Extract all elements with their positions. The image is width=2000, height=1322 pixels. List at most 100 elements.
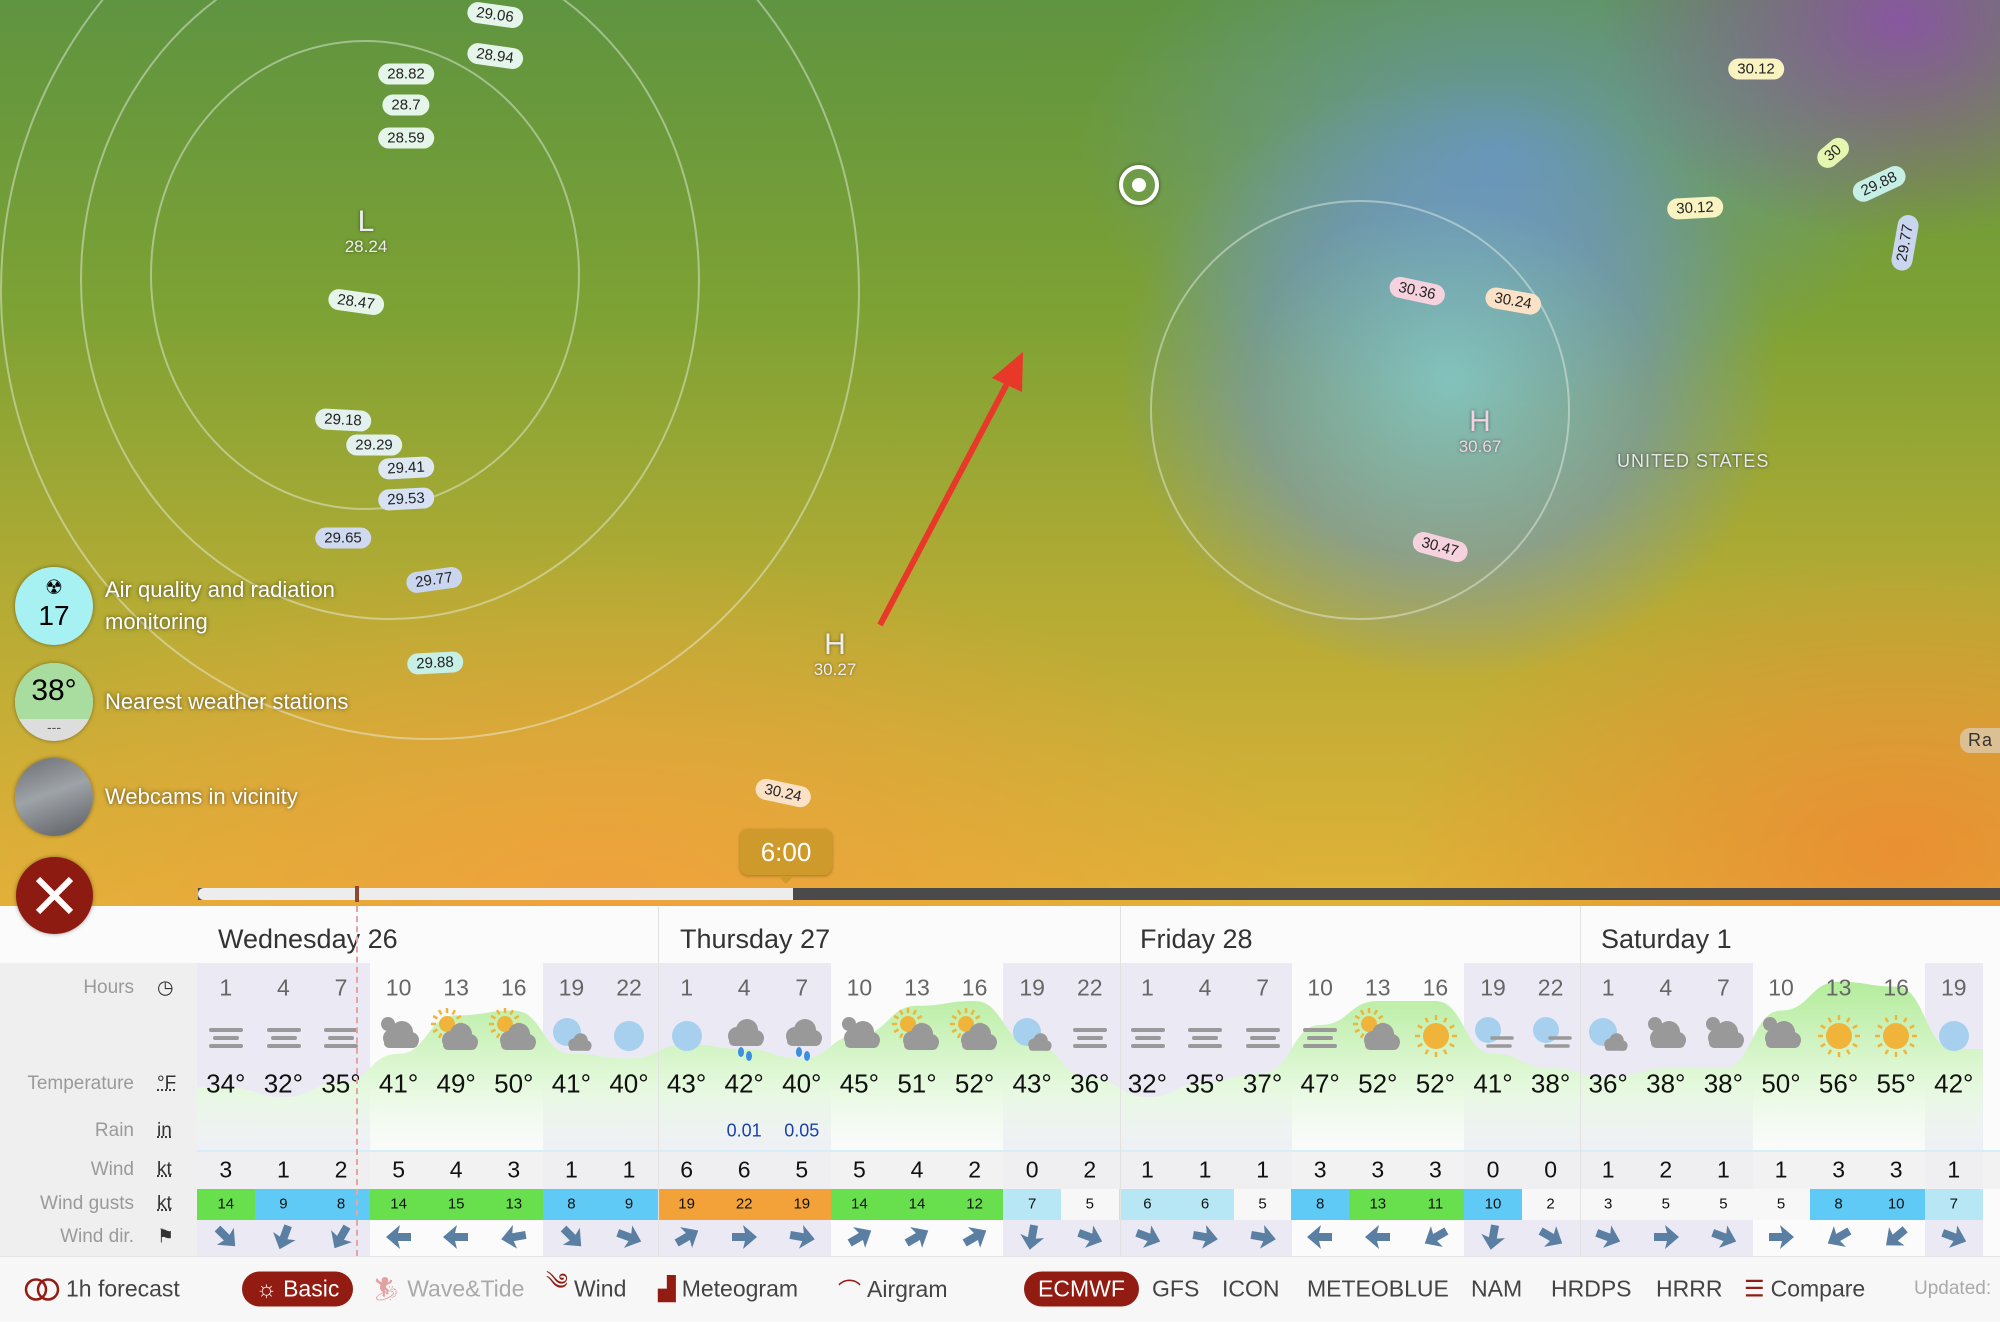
wind-direction-arrow-icon: [789, 1225, 815, 1249]
view-basic-button[interactable]: ☼ Basic: [242, 1271, 354, 1307]
temperature-label: Temperature: [27, 1073, 134, 1094]
cloudy-icon: [380, 1017, 419, 1048]
wind-direction-arrow-icon: [904, 1227, 929, 1248]
rain-icon: [786, 1019, 822, 1061]
timeline-now-marker: [355, 886, 359, 902]
wind-speed-cell: 3: [1428, 1156, 1442, 1183]
hour-cell: 7: [1716, 974, 1730, 1001]
rain-unit[interactable]: in: [157, 1120, 172, 1142]
surfer-icon: 🏄︎: [372, 1275, 402, 1302]
wind-speed-cell: 1: [1140, 1156, 1154, 1183]
view-wavetide-button[interactable]: 🏄︎ Wave&Tide: [372, 1276, 524, 1303]
timeline-time-bubble[interactable]: 6:00: [740, 829, 832, 884]
temperature-cell: 47°: [1300, 1068, 1340, 1099]
hour-cell: 13: [1825, 974, 1852, 1001]
fog-icon: [1073, 1028, 1107, 1048]
temperature-cell: 35°: [321, 1068, 361, 1099]
wind-speed-cell: 0: [1025, 1156, 1039, 1183]
hour-cell: 19: [1480, 974, 1506, 1001]
wind-gust-cell: 5: [1776, 1195, 1786, 1213]
wind-direction-arrow-icon: [443, 1225, 469, 1249]
timeline-slider[interactable]: [198, 886, 2000, 902]
hour-cell: 1: [1601, 974, 1615, 1001]
wind-speed-cell: 4: [449, 1156, 463, 1183]
view-wind-button[interactable]: ༄ Wind: [546, 1257, 626, 1322]
temperature-cell: 35°: [1185, 1068, 1225, 1099]
hour-cell: 10: [1307, 974, 1333, 1001]
wind-speed-cell: 3: [219, 1156, 233, 1183]
1h-forecast-toggle[interactable]: 1h forecast: [24, 1276, 180, 1303]
webcams-label: Webcams in vicinity: [105, 784, 298, 809]
hour-cell: 19: [1941, 974, 1967, 1001]
hour-cell: 1: [219, 974, 233, 1001]
wind-speed-cell: 3: [1313, 1156, 1327, 1183]
row-labels: Hours ◷ Temperature °F Rain in Wind kt W…: [0, 963, 197, 1256]
temperature-cell: 52°: [1358, 1068, 1398, 1099]
day-divider: [1120, 906, 1121, 1256]
model-hrrr-button[interactable]: HRRR: [1656, 1276, 1722, 1303]
moon-icon: [671, 1021, 702, 1051]
cloudy-icon: [1763, 1017, 1802, 1048]
bottom-toolbar: 1h forecast ☼ Basic 🏄︎ Wave&Tide ༄ Wind ▟ Me…: [0, 1256, 2000, 1321]
temp-unit[interactable]: °F: [157, 1073, 176, 1095]
webcam-thumbnail: [15, 758, 93, 836]
model-ecmwf-button[interactable]: ECMWF: [1024, 1271, 1139, 1307]
wind-speed-cell: 3: [1889, 1156, 1903, 1183]
wind-speed-cell: 5: [392, 1156, 405, 1183]
moon-fog-icon: [1475, 1017, 1514, 1048]
compare-button[interactable]: ☰ Compare: [1744, 1276, 1865, 1303]
hour-cell: 22: [1537, 974, 1564, 1001]
hour-cell: 1: [680, 974, 693, 1001]
view-meteogram-button[interactable]: ▟ Meteogram: [658, 1276, 798, 1303]
moon-cloud-icon: [552, 1018, 592, 1051]
wind-speed-cell: 6: [737, 1156, 751, 1183]
hour-cell: 1: [1140, 974, 1154, 1001]
temperature-cell: 42°: [724, 1068, 764, 1099]
weather-stations-item[interactable]: 38° --- Nearest weather stations: [15, 663, 395, 741]
wind-gust-cell: 9: [279, 1195, 288, 1213]
air-quality-badge: ☢ 17: [15, 567, 93, 645]
wind-speed-cell: 2: [334, 1156, 348, 1183]
temperature-cell: 50°: [1761, 1068, 1801, 1099]
radiation-icon: ☢: [45, 577, 63, 599]
moon-icon: [614, 1021, 645, 1051]
wind-gust-cell: 13: [505, 1195, 523, 1213]
hour-cell: 16: [501, 974, 527, 1001]
weather-map[interactable]: 29.06 28.94 28.82 28.7 28.59 28.47 29.18 29.29 2…: [0, 0, 2000, 906]
wind-gust-cell: 12: [966, 1195, 983, 1213]
moon-cloud-icon: [1013, 1018, 1053, 1051]
model-icon-button[interactable]: ICON: [1222, 1276, 1280, 1303]
wind-speed-cell: 1: [622, 1156, 636, 1183]
wind-gust-cell: 6: [1143, 1195, 1152, 1213]
model-meteoblue-button[interactable]: METEOBLUE: [1307, 1276, 1449, 1303]
gusts-unit[interactable]: kt: [157, 1193, 172, 1215]
wind-gust-cell: 8: [1316, 1195, 1325, 1213]
model-gfs-button[interactable]: GFS: [1152, 1276, 1199, 1303]
day-divider: [1580, 906, 1581, 1256]
webcams-item[interactable]: Webcams in vicinity: [15, 758, 395, 836]
rain-icon: [728, 1019, 765, 1061]
wind-direction-arrow-icon: [847, 1227, 871, 1248]
wind-speed-cell: 5: [852, 1156, 866, 1183]
wind-gust-cell: 8: [1834, 1195, 1843, 1213]
air-quality-label: Air quality and radiation monitoring: [105, 577, 335, 634]
cloudy-icon: [1705, 1017, 1744, 1048]
hour-cell: 7: [334, 974, 348, 1001]
air-quality-item[interactable]: ☢ 17 Air quality and radiation monitorin…: [15, 567, 395, 645]
temperature-cell: 42°: [1934, 1068, 1974, 1099]
wind-speed-cell: 1: [1947, 1156, 1961, 1183]
wind-speed-cell: 0: [1486, 1156, 1500, 1183]
day-header: Friday 28: [1140, 924, 1253, 954]
fog-icon: [1303, 1028, 1338, 1048]
sun-icon: [1414, 1015, 1457, 1057]
model-nam-button[interactable]: NAM: [1471, 1276, 1522, 1303]
partly-sunny-icon: [431, 1008, 479, 1050]
close-button[interactable]: [16, 857, 93, 934]
partly-sunny-icon: [1353, 1008, 1400, 1050]
day-header: Saturday 1: [1601, 924, 1732, 954]
view-airgram-button[interactable]: ⌒ Airgram: [838, 1272, 948, 1306]
model-hrdps-button[interactable]: HRDPS: [1551, 1276, 1632, 1303]
temperature-cell: 34°: [206, 1068, 246, 1099]
wind-unit[interactable]: kt: [157, 1159, 172, 1181]
temperature-cell: 43°: [1012, 1068, 1052, 1099]
